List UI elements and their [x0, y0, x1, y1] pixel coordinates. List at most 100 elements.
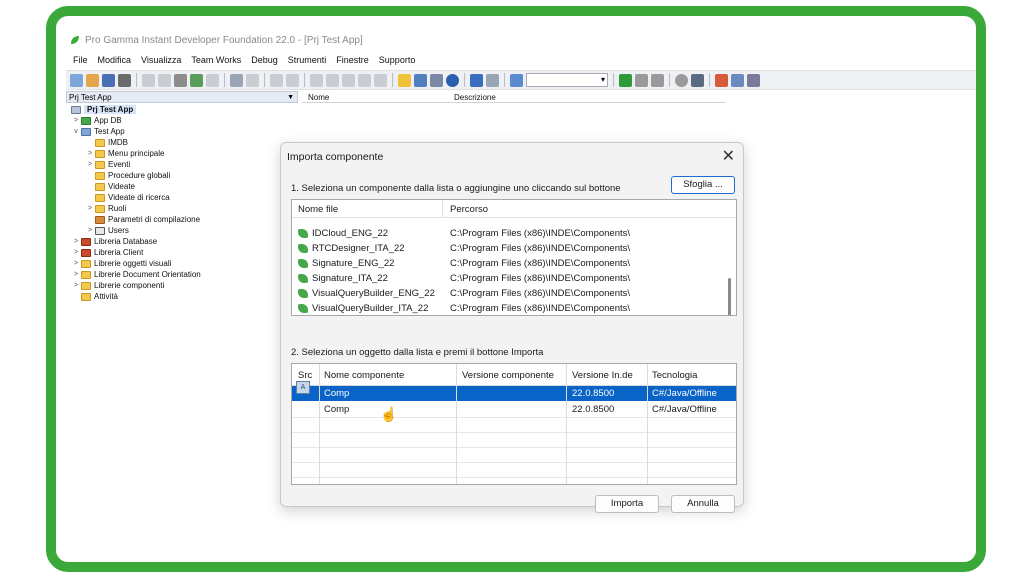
project-panel-header[interactable]: Prj Test App ▼ [66, 91, 298, 103]
file-row[interactable]: RTCDesigner_ITA_22 C:\Program Files (x86… [292, 241, 722, 256]
tree-item-test-app[interactable]: v Test App [72, 126, 124, 137]
tools-icon[interactable] [118, 73, 131, 87]
tree-item-prj-test-app[interactable]: Prj Test App [70, 104, 137, 115]
tree-item-ruoli[interactable]: > Ruoli [86, 203, 126, 214]
component-row[interactable]: Comp 22.0.8500 C#/Java/Offline [292, 402, 736, 417]
column-header-tecnologia[interactable]: Tecnologia [652, 370, 697, 381]
save-icon[interactable] [102, 73, 115, 87]
column-header-versione-inde[interactable]: Versione In.de [572, 370, 633, 381]
chevron-right-icon[interactable]: > [72, 260, 80, 267]
column-header-nome[interactable]: Nome [308, 93, 329, 102]
replace-icon[interactable] [246, 73, 259, 87]
tree-item-users[interactable]: > Users [86, 225, 129, 236]
pause-icon[interactable] [635, 73, 648, 87]
tree-item-eventi[interactable]: > Eventi [86, 159, 130, 170]
menu-supporto[interactable]: Supporto [379, 55, 416, 65]
window-icon[interactable] [414, 73, 427, 87]
file-row[interactable]: Signature_ENG_22 C:\Program Files (x86)\… [292, 256, 722, 271]
file-row[interactable]: VisualQueryBuilder_ENG_22 C:\Program Fil… [292, 286, 722, 301]
chevron-right-icon[interactable]: > [72, 249, 80, 256]
grid-icon[interactable] [358, 73, 371, 87]
file-list-scrollbar[interactable] [728, 278, 731, 315]
tree-item-procedure-globali[interactable]: Procedure globali [86, 170, 170, 181]
chevron-down-icon[interactable]: ▼ [287, 94, 297, 101]
align-center-icon[interactable] [326, 73, 339, 87]
tree-item-libreria-client[interactable]: > Libreria Client [72, 247, 143, 258]
close-icon[interactable]: ✕ [722, 146, 735, 166]
cut-icon[interactable] [142, 73, 155, 87]
chevron-down-icon[interactable]: v [72, 128, 80, 135]
delete-icon[interactable] [206, 73, 219, 87]
column-header-percorso[interactable]: Percorso [450, 204, 488, 215]
component-row-selected[interactable]: A Comp 22.0.8500 C#/Java/Offline [292, 381, 736, 401]
form-icon[interactable] [398, 73, 411, 87]
stop-icon[interactable] [651, 73, 664, 87]
tree-item-parametri-di-compilazione[interactable]: Parametri di compilazione [86, 214, 200, 225]
team-icon[interactable] [747, 73, 760, 87]
menu-modifica[interactable]: Modifica [98, 55, 132, 65]
configuration-dropdown[interactable]: ▾ [526, 73, 608, 87]
tree-item-attivita[interactable]: Attività [72, 291, 118, 302]
layout-icon[interactable] [374, 73, 387, 87]
chevron-right-icon[interactable]: > [72, 282, 80, 289]
folder-icon [95, 182, 105, 191]
breakpoint-icon[interactable] [675, 73, 688, 87]
tree-item-menu-principale[interactable]: > Menu principale [86, 148, 165, 159]
deploy-icon[interactable] [715, 73, 728, 87]
tree-item-label: Libreria Client [94, 248, 144, 257]
chevron-right-icon[interactable]: > [86, 161, 94, 168]
tree-item-videate-di-ricerca[interactable]: Videate di ricerca [86, 192, 170, 203]
chevron-right-icon[interactable]: > [72, 271, 80, 278]
menu-bar: File Modifica Visualizza Team Works Debu… [66, 52, 976, 68]
menu-finestre[interactable]: Finestre [336, 55, 369, 65]
tree-item-librerie-document-orientation[interactable]: > Librerie Document Orientation [72, 269, 201, 280]
list-icon[interactable] [430, 73, 443, 87]
chevron-right-icon[interactable]: > [72, 117, 80, 124]
column-header-nome-componente[interactable]: Nome componente [324, 370, 404, 381]
column-header-nome-file[interactable]: Nome file [298, 204, 338, 215]
column-header-descrizione[interactable]: Descrizione [454, 93, 496, 102]
chevron-right-icon[interactable]: > [86, 205, 94, 212]
copy-icon[interactable] [158, 73, 171, 87]
find-icon[interactable] [230, 73, 243, 87]
forward-icon[interactable] [486, 73, 499, 87]
build-config-icon[interactable] [510, 73, 523, 87]
redo-icon[interactable] [286, 73, 299, 87]
file-row[interactable]: VisualQueryBuilder_ITA_22 C:\Program Fil… [292, 301, 722, 315]
import-button[interactable]: Importa [595, 495, 659, 513]
check-icon[interactable] [190, 73, 203, 87]
column-header-versione-componente[interactable]: Versione componente [462, 370, 554, 381]
column-header-src[interactable]: Src [298, 370, 312, 381]
open-folder-icon[interactable] [86, 73, 99, 87]
help-icon[interactable] [446, 73, 459, 87]
chevron-right-icon[interactable]: > [86, 150, 94, 157]
tree-item-videate[interactable]: Videate [86, 181, 135, 192]
undo-icon[interactable] [270, 73, 283, 87]
file-row[interactable]: Signature_ITA_22 C:\Program Files (x86)\… [292, 271, 722, 286]
menu-debug[interactable]: Debug [251, 55, 278, 65]
menu-team-works[interactable]: Team Works [191, 55, 241, 65]
align-left-icon[interactable] [310, 73, 323, 87]
tree-item-librerie-componenti[interactable]: > Librerie componenti [72, 280, 164, 291]
chevron-right-icon[interactable]: > [72, 238, 80, 245]
run-icon[interactable] [619, 73, 632, 87]
new-icon[interactable] [70, 73, 83, 87]
publish-icon[interactable] [731, 73, 744, 87]
step-icon[interactable] [691, 73, 704, 87]
file-name: Signature_ENG_22 [312, 258, 395, 269]
menu-strumenti[interactable]: Strumenti [288, 55, 327, 65]
file-row[interactable]: IDCloud_ENG_22 C:\Program Files (x86)\IN… [292, 226, 722, 241]
tree-item-app-db[interactable]: > App DB [72, 115, 122, 126]
paste-icon[interactable] [174, 73, 187, 87]
back-icon[interactable] [470, 73, 483, 87]
browse-button[interactable]: Sfoglia ... [671, 176, 735, 194]
tree-item-librerie-oggetti-visuali[interactable]: > Librerie oggetti visuali [72, 258, 171, 269]
chevron-right-icon[interactable]: > [86, 227, 94, 234]
tree-item-imdb[interactable]: IMDB [86, 137, 128, 148]
menu-visualizza[interactable]: Visualizza [141, 55, 181, 65]
tree-item-libreria-database[interactable]: > Libreria Database [72, 236, 157, 247]
align-right-icon[interactable] [342, 73, 355, 87]
toolbar-separator [304, 73, 305, 87]
menu-file[interactable]: File [73, 55, 88, 65]
cancel-button[interactable]: Annulla [671, 495, 735, 513]
